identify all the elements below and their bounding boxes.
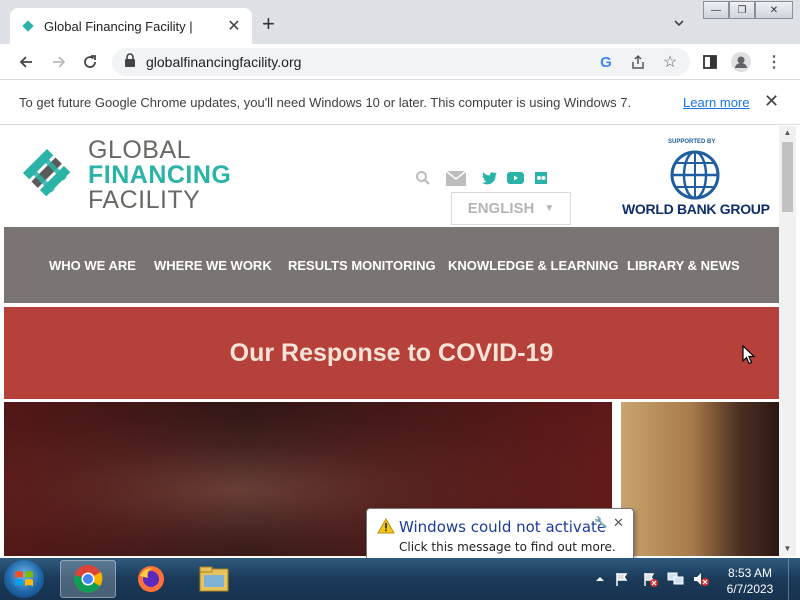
learn-more-link[interactable]: Learn more bbox=[683, 95, 749, 110]
hero-photo-secondary[interactable] bbox=[621, 402, 779, 556]
nav-library-news[interactable]: LIBRARY & NEWS bbox=[627, 258, 740, 273]
logo-line-global: GLOBAL bbox=[88, 136, 192, 164]
tab-title: Global Financing Facility | bbox=[44, 18, 193, 34]
balloon-title: Windows could not activate bbox=[399, 518, 607, 536]
taskbar-explorer[interactable] bbox=[186, 560, 242, 598]
side-panel-icon[interactable] bbox=[700, 52, 720, 72]
infobar-close-icon[interactable]: ✕ bbox=[764, 91, 779, 112]
logo-line-facility: FACILITY bbox=[88, 186, 201, 214]
url-text: globalfinancingfacility.org bbox=[146, 54, 302, 70]
action-center-flag-icon[interactable] bbox=[614, 571, 630, 587]
profile-avatar-icon[interactable] bbox=[731, 52, 751, 72]
tab-close-icon[interactable]: ✕ bbox=[226, 16, 242, 36]
start-button[interactable] bbox=[4, 560, 44, 598]
back-icon[interactable] bbox=[16, 52, 36, 72]
banner-title: Our Response to COVID-19 bbox=[229, 338, 554, 367]
gff-logo-text[interactable]: GLOBAL FINANCING FACILITY bbox=[88, 138, 231, 213]
clock-date: 6/7/2023 bbox=[726, 582, 774, 596]
tab-search-icon[interactable] bbox=[672, 16, 686, 30]
search-icon[interactable] bbox=[414, 169, 432, 187]
reload-icon[interactable] bbox=[80, 52, 100, 72]
world-bank-globe-icon[interactable] bbox=[670, 150, 720, 200]
flickr-icon[interactable] bbox=[534, 169, 548, 187]
world-bank-group-logo[interactable]: WORLD BANK GROUP bbox=[622, 201, 770, 217]
forward-icon[interactable] bbox=[49, 52, 69, 72]
scroll-up-icon[interactable]: ▲ bbox=[779, 126, 796, 140]
lock-icon[interactable] bbox=[124, 52, 136, 72]
logo-line-financing: FINANCING bbox=[88, 161, 232, 189]
web-page: GLOBAL FINANCING FACILITY ENGLISH ▼ SUPP… bbox=[4, 126, 779, 556]
main-nav: WHO WE ARE WHERE WE WORK RESULTS MONITOR… bbox=[4, 227, 779, 303]
scroll-thumb[interactable] bbox=[782, 142, 793, 212]
update-infobar: To get future Google Chrome updates, you… bbox=[0, 81, 800, 125]
page-scrollbar[interactable]: ▲ ▼ bbox=[779, 126, 796, 556]
browser-toolbar: globalfinancingfacility.org G ☆ ⋮ bbox=[0, 44, 800, 80]
folder-icon bbox=[199, 566, 229, 592]
firefox-icon bbox=[138, 566, 164, 592]
google-icon[interactable]: G bbox=[596, 52, 616, 72]
warning-icon bbox=[377, 517, 395, 534]
share-icon[interactable] bbox=[628, 52, 648, 72]
gff-logo-mark[interactable] bbox=[18, 144, 76, 202]
infobar-message: To get future Google Chrome updates, you… bbox=[19, 95, 632, 110]
gff-diamond-icon bbox=[20, 18, 36, 34]
volume-muted-icon[interactable] bbox=[692, 571, 709, 587]
clock-time: 8:53 AM bbox=[727, 566, 773, 580]
twitter-icon[interactable] bbox=[481, 169, 497, 187]
mouse-cursor-icon bbox=[742, 344, 756, 365]
menu-kebab-icon[interactable]: ⋮ bbox=[764, 52, 784, 72]
system-clock[interactable]: 8:53 AM 6/7/2023 bbox=[720, 565, 780, 597]
activation-balloon[interactable]: Windows could not activate Click this me… bbox=[366, 508, 634, 562]
windows-taskbar: 8:53 AM 6/7/2023 bbox=[0, 558, 800, 600]
balloon-close-icon[interactable]: ✕ bbox=[613, 515, 624, 531]
chevron-down-icon: ▼ bbox=[544, 203, 555, 214]
chrome-icon bbox=[73, 565, 103, 593]
bookmark-star-icon[interactable]: ☆ bbox=[660, 52, 680, 72]
email-icon[interactable] bbox=[445, 169, 467, 187]
close-window-button[interactable]: ✕ bbox=[755, 1, 793, 19]
nav-who-we-are[interactable]: WHO WE ARE bbox=[49, 258, 136, 273]
youtube-icon[interactable] bbox=[506, 169, 524, 187]
minimize-button[interactable]: — bbox=[703, 1, 729, 19]
maximize-button[interactable]: ❐ bbox=[729, 1, 755, 19]
new-tab-button[interactable]: + bbox=[262, 13, 275, 35]
tab-strip: Global Financing Facility | ✕ + — ❐ ✕ bbox=[0, 0, 800, 44]
show-desktop-button[interactable] bbox=[788, 558, 800, 600]
wrench-icon[interactable]: 🔧 bbox=[594, 516, 608, 529]
taskbar-firefox[interactable] bbox=[123, 560, 179, 598]
action-center-error-icon[interactable] bbox=[642, 571, 658, 587]
browser-tab[interactable]: Global Financing Facility | ✕ bbox=[10, 8, 252, 44]
taskbar-chrome[interactable] bbox=[60, 560, 116, 598]
scroll-down-icon[interactable]: ▼ bbox=[779, 542, 796, 556]
show-hidden-icons[interactable] bbox=[592, 571, 608, 587]
nav-knowledge-learning[interactable]: KNOWLEDGE & LEARNING bbox=[448, 258, 618, 273]
network-icon[interactable] bbox=[667, 571, 684, 587]
nav-results-monitoring[interactable]: RESULTS MONITORING bbox=[288, 258, 436, 273]
covid-banner[interactable]: Our Response to COVID-19 bbox=[4, 307, 779, 399]
balloon-message: Click this message to find out more. bbox=[399, 540, 616, 554]
nav-where-we-work[interactable]: WHERE WE WORK bbox=[154, 258, 272, 273]
language-select[interactable]: ENGLISH ▼ bbox=[451, 192, 571, 225]
supported-by-label: SUPPORTED BY bbox=[668, 139, 716, 145]
language-label: ENGLISH bbox=[467, 200, 535, 217]
